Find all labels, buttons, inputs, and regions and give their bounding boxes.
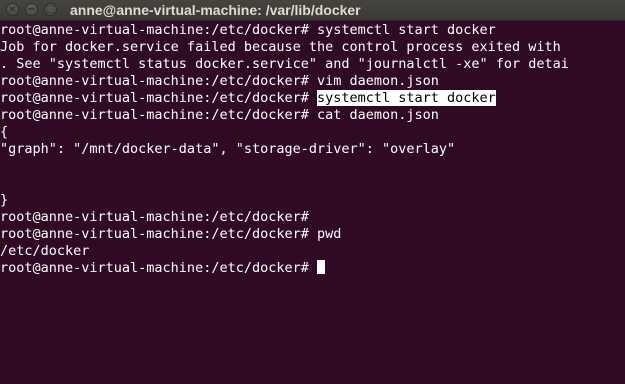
close-icon[interactable]: × bbox=[6, 3, 19, 16]
terminal-line: root@anne-virtual-machine:/etc/docker# p… bbox=[0, 226, 342, 242]
terminal-line: . See "systemctl status docker.service" … bbox=[0, 56, 569, 72]
terminal-line: root@anne-virtual-machine:/etc/docker# c… bbox=[0, 107, 439, 123]
terminal-prompt: root@anne-virtual-machine:/etc/docker# bbox=[0, 90, 317, 106]
terminal-window: × − □ anne@anne-virtual-machine: /var/li… bbox=[0, 0, 625, 384]
title-bar: × − □ anne@anne-virtual-machine: /var/li… bbox=[0, 0, 625, 21]
terminal-line: "graph": "/mnt/docker-data", "storage-dr… bbox=[0, 141, 456, 157]
minimize-icon[interactable]: − bbox=[25, 3, 38, 16]
terminal-line: { bbox=[0, 124, 9, 140]
maximize-icon[interactable]: □ bbox=[44, 3, 57, 16]
terminal-line: root@anne-virtual-machine:/etc/docker# bbox=[0, 209, 309, 225]
terminal-output[interactable]: root@anne-virtual-machine:/etc/docker# s… bbox=[0, 22, 625, 384]
terminal-line: root@anne-virtual-machine:/etc/docker# s… bbox=[0, 22, 496, 38]
window-title: anne@anne-virtual-machine: /var/lib/dock… bbox=[70, 2, 361, 18]
terminal-line: root@anne-virtual-machine:/etc/docker# s… bbox=[0, 90, 496, 107]
terminal-line: } bbox=[0, 192, 9, 208]
terminal-line: root@anne-virtual-machine:/etc/docker# v… bbox=[0, 73, 439, 89]
terminal-line: root@anne-virtual-machine:/etc/docker# bbox=[0, 260, 325, 277]
terminal-line: /etc/docker bbox=[0, 243, 90, 259]
highlighted-command: systemctl start docker bbox=[316, 90, 496, 106]
text-cursor bbox=[316, 260, 325, 274]
terminal-line: Job for docker.service failed because th… bbox=[0, 39, 561, 55]
terminal-prompt: root@anne-virtual-machine:/etc/docker# bbox=[0, 260, 317, 276]
